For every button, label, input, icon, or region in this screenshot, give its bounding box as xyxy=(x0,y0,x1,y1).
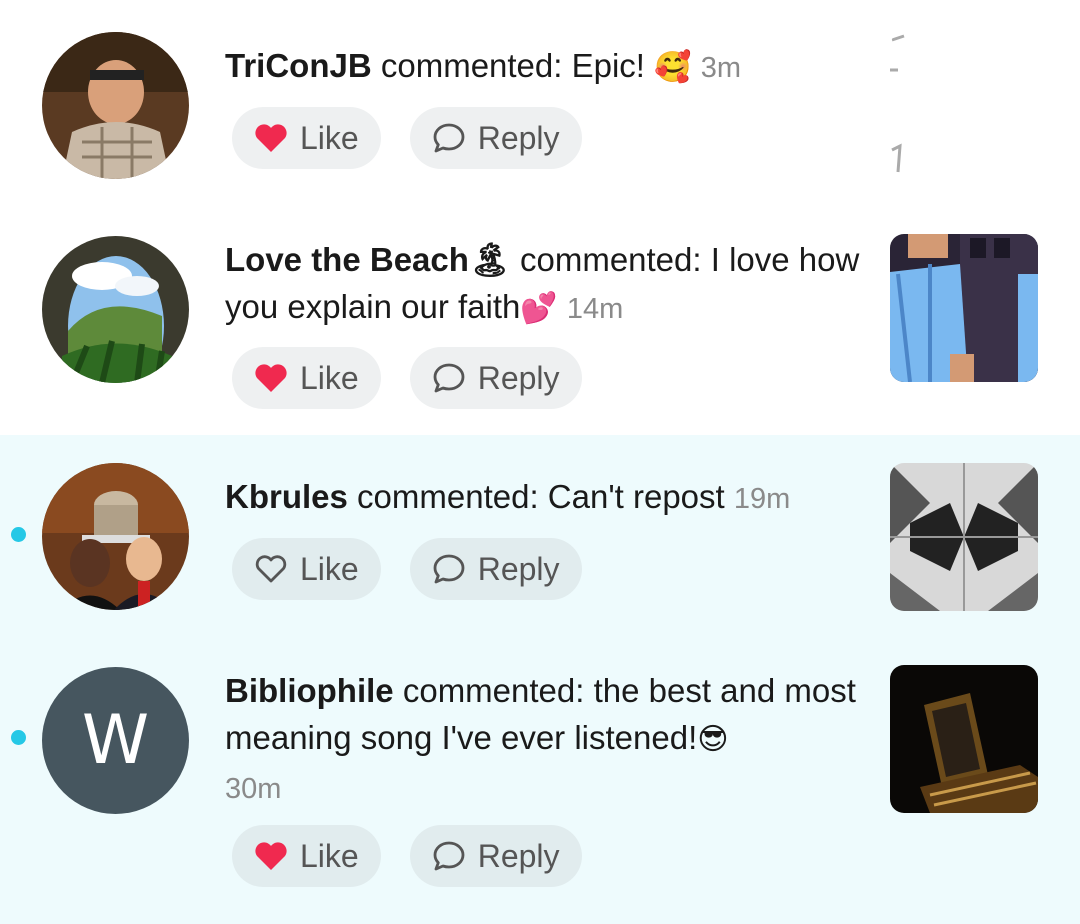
like-button[interactable]: Like xyxy=(232,825,381,887)
action-verb: commented: xyxy=(347,478,548,515)
reply-button[interactable]: Reply xyxy=(409,538,582,600)
post-thumbnail[interactable] xyxy=(890,463,1038,611)
reply-label: Reply xyxy=(477,119,560,156)
reply-label: Reply xyxy=(477,550,560,587)
notification-item[interactable]: TriConJB commented: Epic! 🥰 3m Like Repl… xyxy=(0,0,1080,215)
reply-label: Reply xyxy=(477,837,560,874)
like-button[interactable]: Like xyxy=(232,107,381,169)
comment-emoji: 🥰 xyxy=(654,51,692,84)
comment-text: Epic! xyxy=(571,47,655,84)
comment-emoji: 😎 xyxy=(697,723,729,756)
notification-text: Bibliophile commented: the best and most… xyxy=(225,667,865,813)
post-thumbnail[interactable] xyxy=(890,32,1038,180)
reply-button[interactable]: Reply xyxy=(409,107,582,169)
reply-button[interactable]: Reply xyxy=(409,825,582,887)
like-button[interactable]: Like xyxy=(232,538,381,600)
notification-text: Kbrules commented: Can't repost 19m xyxy=(225,473,865,523)
timestamp: 30m xyxy=(225,773,282,805)
heart-filled-icon xyxy=(254,363,288,393)
unread-indicator xyxy=(11,527,26,542)
notification-item[interactable]: W Bibliophile commented: the best and mo… xyxy=(0,640,1080,924)
avatar[interactable] xyxy=(42,32,189,179)
action-verb: commented: xyxy=(371,47,572,84)
heart-outline-icon xyxy=(254,554,288,584)
speech-bubble-icon xyxy=(432,362,466,394)
like-button[interactable]: Like xyxy=(232,347,381,409)
commenter-name[interactable]: Kbrules xyxy=(225,478,348,515)
speech-bubble-icon xyxy=(432,840,466,872)
commenter-name[interactable]: Bibliophile xyxy=(225,672,394,709)
like-label: Like xyxy=(300,837,359,874)
commenter-name[interactable]: TriConJB xyxy=(225,47,372,84)
heart-filled-icon xyxy=(254,123,288,153)
comment-text: Can't repost xyxy=(547,478,725,515)
like-label: Like xyxy=(300,359,359,396)
reply-button[interactable]: Reply xyxy=(409,347,582,409)
post-thumbnail[interactable] xyxy=(890,234,1038,382)
commenter-name[interactable]: Love the Beach🏝 xyxy=(225,241,511,278)
timestamp: 14m xyxy=(566,293,624,325)
avatar-letter: W xyxy=(81,701,150,780)
timestamp: 3m xyxy=(700,52,741,84)
unread-indicator xyxy=(11,730,26,745)
avatar[interactable] xyxy=(42,236,189,383)
reply-label: Reply xyxy=(477,359,560,396)
speech-bubble-icon xyxy=(432,553,466,585)
speech-bubble-icon xyxy=(432,122,466,154)
action-verb: commented: xyxy=(393,672,594,709)
comment-emoji: 💕 xyxy=(520,292,558,325)
post-thumbnail[interactable] xyxy=(890,665,1038,813)
avatar[interactable]: W xyxy=(42,667,189,814)
timestamp: 19m xyxy=(733,483,791,515)
like-label: Like xyxy=(300,119,359,156)
like-label: Like xyxy=(300,550,359,587)
notification-text: Love the Beach🏝 commented: I love how yo… xyxy=(225,236,865,333)
notification-item[interactable]: Kbrules commented: Can't repost 19m Like… xyxy=(0,435,1080,640)
avatar[interactable] xyxy=(42,463,189,610)
action-verb: commented: xyxy=(510,241,711,278)
heart-filled-icon xyxy=(254,841,288,871)
notification-text: TriConJB commented: Epic! 🥰 3m xyxy=(225,42,865,92)
notification-item[interactable]: Love the Beach🏝 commented: I love how yo… xyxy=(0,215,1080,435)
